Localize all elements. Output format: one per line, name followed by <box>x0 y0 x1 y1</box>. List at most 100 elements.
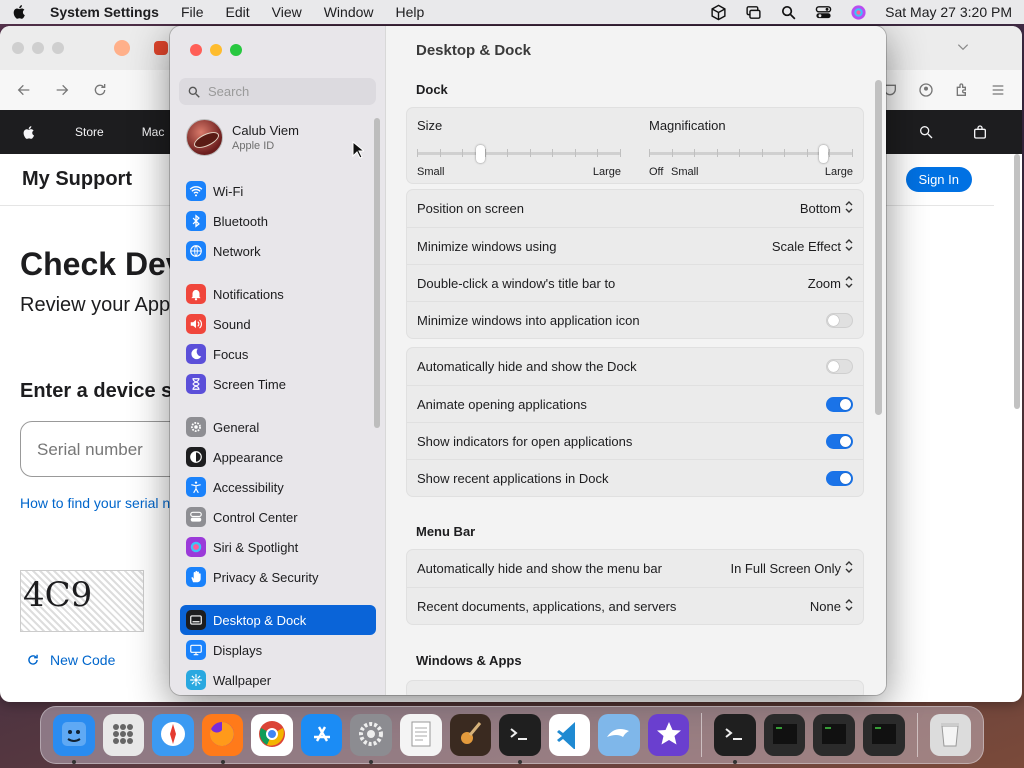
browser-close-button[interactable] <box>12 42 24 54</box>
sidebar-item-general[interactable]: General <box>180 412 376 442</box>
shopping-bag-icon[interactable] <box>972 124 988 140</box>
spotlight-search-icon[interactable] <box>780 4 797 21</box>
dock-app-firefox[interactable] <box>201 714 244 764</box>
search-field[interactable]: Search <box>179 78 376 105</box>
dock-app-system-settings[interactable] <box>350 714 392 764</box>
sidebar-item-displays[interactable]: Displays <box>180 635 376 665</box>
sidebar-item-desktop-dock[interactable]: Desktop & Dock <box>180 605 376 635</box>
apple-menu-icon[interactable] <box>12 4 28 20</box>
reload-icon[interactable] <box>92 82 108 98</box>
menu-bar-clock[interactable]: Sat May 27 3:20 PM <box>885 4 1012 20</box>
dock-app-dolphin[interactable] <box>598 714 640 756</box>
dock-app-chrome[interactable] <box>251 714 293 756</box>
account-name: Calub Viem <box>232 123 299 138</box>
dock-app-textedit[interactable] <box>399 714 442 756</box>
appearance-icon <box>186 447 206 467</box>
dock-app-visual-studio-code[interactable] <box>548 714 591 756</box>
sidebar-item-bluetooth[interactable]: Bluetooth <box>180 206 376 236</box>
support-title: My Support <box>22 168 132 190</box>
menu-view[interactable]: View <box>272 4 302 20</box>
dock-app-exec-3[interactable] <box>862 714 905 756</box>
dock-app-app-store[interactable] <box>300 714 343 756</box>
setting-label: Recent documents, applications, and serv… <box>417 598 677 614</box>
tab-favicon-icon[interactable] <box>114 40 130 56</box>
sidebar-item-siri-spotlight[interactable]: Siri & Spotlight <box>180 532 376 562</box>
popup-button[interactable]: Scale Effect <box>772 238 853 255</box>
sign-in-button[interactable]: Sign In <box>905 167 972 192</box>
menu-window[interactable]: Window <box>324 4 374 20</box>
popup-button[interactable]: In Full Screen Only <box>730 560 853 577</box>
dock-app-finder[interactable] <box>53 714 95 764</box>
sidebar-item-appearance[interactable]: Appearance <box>180 442 376 472</box>
menu-help[interactable]: Help <box>396 4 425 20</box>
dock-app-terminal[interactable] <box>714 714 756 764</box>
hamburger-menu-icon[interactable] <box>990 82 1006 98</box>
dock-app-terminal-monitor[interactable] <box>499 714 541 764</box>
screen-mirroring-icon[interactable] <box>745 4 762 21</box>
stepper-chevron-icon <box>845 200 853 217</box>
sidebar-item-accessibility[interactable]: Accessibility <box>180 472 376 502</box>
magnification-slider-thumb[interactable] <box>819 145 828 163</box>
dock-app-exec-1[interactable] <box>763 714 806 756</box>
sidebar-item-screen-time[interactable]: Screen Time <box>180 369 376 399</box>
toggle-switch[interactable] <box>826 359 853 374</box>
sidebar-item-network[interactable]: Network <box>180 236 376 266</box>
browser-scrollbar[interactable] <box>1014 154 1020 409</box>
apple-logo-icon[interactable] <box>22 125 37 140</box>
zoom-button[interactable] <box>230 44 242 56</box>
browser-minimize-button[interactable] <box>32 42 44 54</box>
menu-edit[interactable]: Edit <box>226 4 250 20</box>
toggle-switch[interactable] <box>826 312 853 328</box>
sidebar-item-control-center[interactable]: Control Center <box>180 502 376 532</box>
dock-app-garageband[interactable] <box>449 714 492 756</box>
sidebar-scrollbar[interactable] <box>374 118 380 428</box>
toggle-switch[interactable] <box>826 433 853 449</box>
sidebar-item-notifications[interactable]: Notifications <box>180 279 376 309</box>
nav-store-link[interactable]: Store <box>75 125 104 139</box>
dock-app-exec-2[interactable] <box>813 714 855 756</box>
magnification-slider[interactable]: Magnification Off Small Large <box>649 118 853 183</box>
size-slider-thumb[interactable] <box>476 145 485 163</box>
dock-app-trash[interactable] <box>929 714 972 756</box>
apple-id-account[interactable]: Calub Viem Apple ID <box>186 119 299 156</box>
sidebar-item-wallpaper[interactable]: Wallpaper <box>180 665 376 695</box>
dock-app-safari[interactable] <box>152 714 194 756</box>
nav-mac-link[interactable]: Mac <box>142 125 165 139</box>
content-scrollbar[interactable] <box>875 80 882 415</box>
close-button[interactable] <box>190 44 202 56</box>
browser-zoom-button[interactable] <box>52 42 64 54</box>
setting-label: Double-click a window's title bar to <box>417 275 616 291</box>
toggle-switch[interactable] <box>826 396 853 412</box>
chevron-down-icon[interactable] <box>956 40 970 54</box>
popup-value: Bottom <box>799 201 841 216</box>
find-serial-link[interactable]: How to find your serial n <box>20 495 170 511</box>
forward-arrow-icon[interactable] <box>54 82 70 98</box>
size-slider[interactable]: Size Small Large <box>417 118 621 183</box>
setting-row-recent-documents-applications-and-servers: Recent documents, applications, and serv… <box>407 587 863 624</box>
mouse-cursor-icon <box>352 141 364 159</box>
account-icon[interactable] <box>918 82 934 98</box>
popup-button[interactable]: Zoom <box>808 275 853 292</box>
toggle-switch[interactable] <box>826 470 853 486</box>
dock-app-launchpad[interactable] <box>102 714 145 756</box>
menu-app-name[interactable]: System Settings <box>50 4 159 20</box>
package-icon[interactable] <box>710 4 727 21</box>
tab-favicon-icon[interactable] <box>154 41 168 55</box>
popup-button[interactable]: None <box>810 598 853 615</box>
dock-app-imovie[interactable] <box>647 714 690 756</box>
search-icon[interactable] <box>918 124 934 140</box>
stepper-chevron-icon <box>845 560 853 577</box>
extensions-icon[interactable] <box>954 82 970 98</box>
popup-button[interactable]: Bottom <box>800 200 853 217</box>
minimize-button[interactable] <box>210 44 222 56</box>
menu-file[interactable]: File <box>181 4 204 20</box>
sidebar-item-focus[interactable]: Focus <box>180 339 376 369</box>
new-code-button[interactable]: New Code <box>26 652 115 668</box>
sidebar-item-wi-fi[interactable]: Wi-Fi <box>180 176 376 206</box>
sidebar-item-sound[interactable]: Sound <box>180 309 376 339</box>
popup-value: In Full Screen Only <box>730 561 841 576</box>
sidebar-item-privacy-security[interactable]: Privacy & Security <box>180 562 376 592</box>
control-center-icon[interactable] <box>815 4 832 21</box>
back-arrow-icon[interactable] <box>16 82 32 98</box>
siri-icon[interactable] <box>850 4 867 21</box>
